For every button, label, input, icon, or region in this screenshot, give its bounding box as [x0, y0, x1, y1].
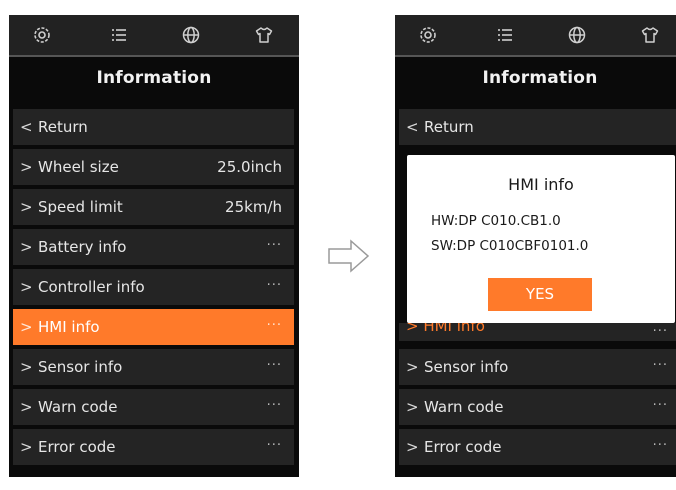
chevron-right-icon: > — [20, 238, 33, 256]
menu-item-label: Speed limit — [38, 198, 123, 216]
chevron-left-icon: < — [20, 118, 33, 136]
menu-item-wheel-size[interactable]: > Wheel size 25.0inch — [13, 149, 294, 185]
menu-item-return[interactable]: < Return — [399, 109, 676, 145]
more-ellipsis-icon: ... — [266, 274, 282, 289]
menu-item-error-code[interactable]: > Error code ... — [13, 429, 294, 465]
chevron-right-icon: > — [20, 158, 33, 176]
chevron-right-icon: > — [20, 198, 33, 216]
shirt-icon[interactable] — [253, 24, 275, 46]
menu-item-label: Error code — [424, 438, 502, 456]
more-ellipsis-icon: ... — [652, 434, 668, 449]
menu-item-sensor-info[interactable]: > Sensor info ... — [399, 349, 676, 385]
more-ellipsis-icon: ... — [652, 394, 668, 409]
right-screen: Information < Return > HMI info ... > Se… — [395, 15, 676, 477]
menu-item-label: Battery info — [38, 238, 127, 256]
menu-item-error-code[interactable]: > Error code ... — [399, 429, 676, 465]
menu-item-value: 25.0inch — [217, 158, 282, 176]
transition-arrow-icon — [328, 239, 370, 273]
more-ellipsis-icon: ... — [266, 394, 282, 409]
chevron-right-icon: > — [20, 318, 33, 336]
top-nav-bar — [395, 15, 676, 57]
more-ellipsis-icon: ... — [652, 354, 668, 369]
left-screen: Information < Return > Wheel size 25.0in… — [9, 15, 299, 477]
menu-item-label: Error code — [38, 438, 116, 456]
globe-icon[interactable] — [566, 24, 588, 46]
top-nav-bar — [9, 15, 299, 57]
chevron-left-icon: < — [406, 118, 419, 136]
menu-item-hmi-info[interactable]: > HMI info ... — [13, 309, 294, 345]
chevron-right-icon: > — [406, 398, 419, 416]
menu-item-sensor-info[interactable]: > Sensor info ... — [13, 349, 294, 385]
menu-item-return[interactable]: < Return — [13, 109, 294, 145]
hmi-info-dialog: HMI info HW:DP C010.CB1.0 SW:DP C010CBF0… — [407, 155, 675, 323]
page-title: Information — [96, 68, 212, 88]
more-ellipsis-icon: ... — [266, 354, 282, 369]
page-title: Information — [482, 68, 598, 88]
chevron-right-icon: > — [20, 398, 33, 416]
menu-item-hmi-info-obscured: > HMI info ... — [399, 323, 676, 341]
menu-item-label: Wheel size — [38, 158, 119, 176]
menu-item-label: Return — [38, 118, 88, 136]
chevron-right-icon: > — [20, 438, 33, 456]
menu-item-label: Return — [424, 118, 474, 136]
menu-item-label: Sensor info — [38, 358, 123, 376]
more-ellipsis-icon: ... — [652, 323, 668, 335]
more-ellipsis-icon: ... — [266, 434, 282, 449]
yes-button[interactable]: YES — [488, 278, 592, 311]
list-icon[interactable] — [494, 24, 516, 46]
menu-item-label: > HMI info — [406, 323, 485, 335]
menu-item-label: Warn code — [38, 398, 118, 416]
menu-item-warn-code[interactable]: > Warn code ... — [13, 389, 294, 425]
list-icon[interactable] — [108, 24, 130, 46]
chevron-right-icon: > — [20, 278, 33, 296]
menu-item-battery-info[interactable]: > Battery info ... — [13, 229, 294, 265]
dialog-title: HMI info — [508, 175, 574, 194]
gear-icon[interactable] — [31, 24, 53, 46]
chevron-right-icon: > — [20, 358, 33, 376]
more-ellipsis-icon: ... — [266, 314, 282, 329]
menu-item-warn-code[interactable]: > Warn code ... — [399, 389, 676, 425]
shirt-icon[interactable] — [639, 24, 661, 46]
hardware-version: HW:DP C010.CB1.0 — [431, 213, 561, 229]
menu-item-label: Warn code — [424, 398, 504, 416]
more-ellipsis-icon: ... — [266, 234, 282, 249]
gear-icon[interactable] — [417, 24, 439, 46]
menu-item-label: Controller info — [38, 278, 145, 296]
menu-item-value: 25km/h — [225, 198, 282, 216]
menu-item-label: Sensor info — [424, 358, 509, 376]
menu-item-label: HMI info — [38, 318, 100, 336]
globe-icon[interactable] — [180, 24, 202, 46]
menu-item-controller-info[interactable]: > Controller info ... — [13, 269, 294, 305]
chevron-right-icon: > — [406, 358, 419, 376]
chevron-right-icon: > — [406, 438, 419, 456]
software-version: SW:DP C010CBF0101.0 — [431, 238, 589, 254]
menu-item-speed-limit[interactable]: > Speed limit 25km/h — [13, 189, 294, 225]
